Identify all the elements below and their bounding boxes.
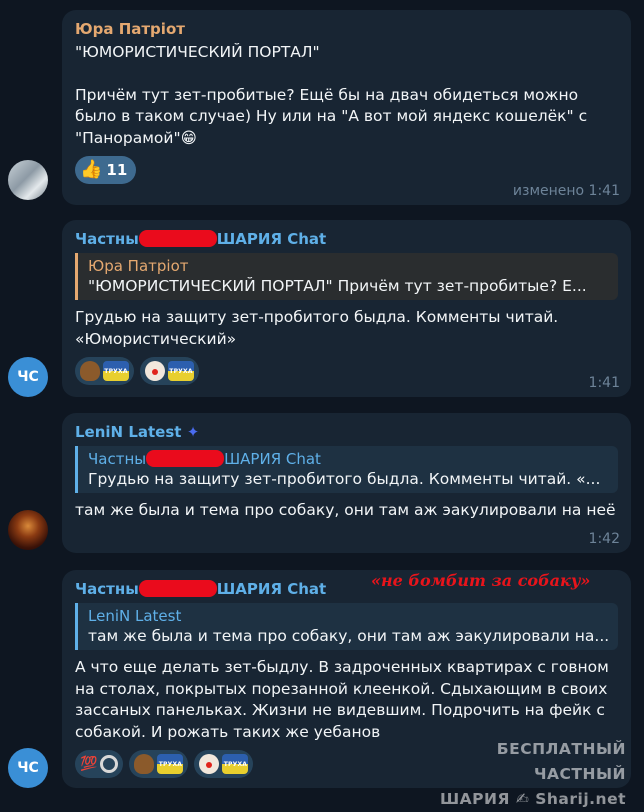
avatar[interactable]: ЧС xyxy=(8,357,48,397)
avatar[interactable] xyxy=(8,510,48,550)
message-text: А что еще делать зет-быдлу. В задроченны… xyxy=(75,658,609,741)
avatar[interactable] xyxy=(8,160,48,200)
reaction-thumbs-up[interactable]: 👍 11 xyxy=(75,156,137,184)
watermark: БЕСПЛАТНЫЙ ЧАСТНЫЙ ШАРИЯ ✍ Sharij.net xyxy=(440,740,626,808)
message-bubble[interactable]: Частны ШАРИЯ Chat Юра Патріот "ЮМОРИСТИЧЕ… xyxy=(62,220,631,397)
message-text: там же была и тема про собаку, они там а… xyxy=(75,501,616,519)
avatar[interactable]: ЧС xyxy=(8,748,48,788)
reply-text: "ЮМОРИСТИЧЕСКИЙ ПОРТАЛ" Причём тут зет-п… xyxy=(88,277,587,295)
reaction-group[interactable]: ТРУХА xyxy=(140,357,199,385)
message-time: 1:42 xyxy=(588,531,620,547)
reaction-group[interactable]: ТРУХА xyxy=(129,750,189,778)
truha-sticker-icon: ТРУХА xyxy=(168,361,194,381)
message-bubble[interactable]: LeniN Latest ✦ Частны ШАРИЯ Chat Грудью н… xyxy=(62,413,631,553)
reaction-group[interactable]: 💯 xyxy=(75,750,124,778)
redaction-mark xyxy=(138,580,217,597)
reply-text: там же была и тема про собаку, они там а… xyxy=(88,627,610,645)
reply-quote[interactable]: Юра Патріот "ЮМОРИСТИЧЕСКИЙ ПОРТАЛ" Прич… xyxy=(75,253,618,300)
reply-sender: LeniN Latest xyxy=(88,607,182,625)
truha-sticker-icon: ТРУХА xyxy=(103,361,129,381)
redaction-mark xyxy=(146,450,225,467)
reaction-count: 11 xyxy=(106,161,128,179)
message-bubble[interactable]: Юра Патріот "ЮМОРИСТИЧЕСКИЙ ПОРТАЛ" Прич… xyxy=(62,10,631,205)
redaction-mark xyxy=(138,230,217,247)
reply-text: Грудью на защиту зет-пробитого быдла. Ко… xyxy=(88,470,601,488)
wizard-icon: ✦ xyxy=(186,423,200,441)
reply-quote[interactable]: Частны ШАРИЯ Chat Грудью на защиту зет-пр… xyxy=(75,446,618,493)
overlay-caption: «не бомбит за собаку» xyxy=(371,571,591,590)
clown-icon xyxy=(145,361,165,381)
reply-sender: Частны ШАРИЯ Chat xyxy=(88,450,321,468)
sender-name[interactable]: Юра Патріот xyxy=(75,19,618,39)
reply-quote[interactable]: LeniN Latest там же была и тема про соба… xyxy=(75,603,618,650)
reaction-group[interactable]: ТРУХА xyxy=(75,357,134,385)
message-text: "ЮМОРИСТИЧЕСКИЙ ПОРТАЛ" Причём тут зет-п… xyxy=(75,43,588,147)
sender-name[interactable]: Частны ШАРИЯ Chat xyxy=(75,229,618,249)
reply-sender: Юра Патріот xyxy=(88,257,189,275)
truha-sticker-icon: ТРУХА xyxy=(222,754,249,774)
ring-icon xyxy=(100,755,119,773)
hundred-icon: 💯 xyxy=(80,756,98,772)
truha-sticker-icon: ТРУХА xyxy=(157,754,184,774)
poop-icon xyxy=(80,361,100,381)
message-time: изменено 1:41 xyxy=(512,183,620,199)
sender-name[interactable]: LeniN Latest ✦ xyxy=(75,422,618,442)
clown-icon xyxy=(199,754,220,774)
message-time: 1:41 xyxy=(588,375,620,391)
poop-icon xyxy=(134,754,155,774)
reaction-group[interactable]: ТРУХА xyxy=(194,750,254,778)
message-text: Грудью на защиту зет-пробитого быдла. Ко… xyxy=(75,308,559,348)
thumbs-up-icon: 👍 xyxy=(80,159,103,180)
